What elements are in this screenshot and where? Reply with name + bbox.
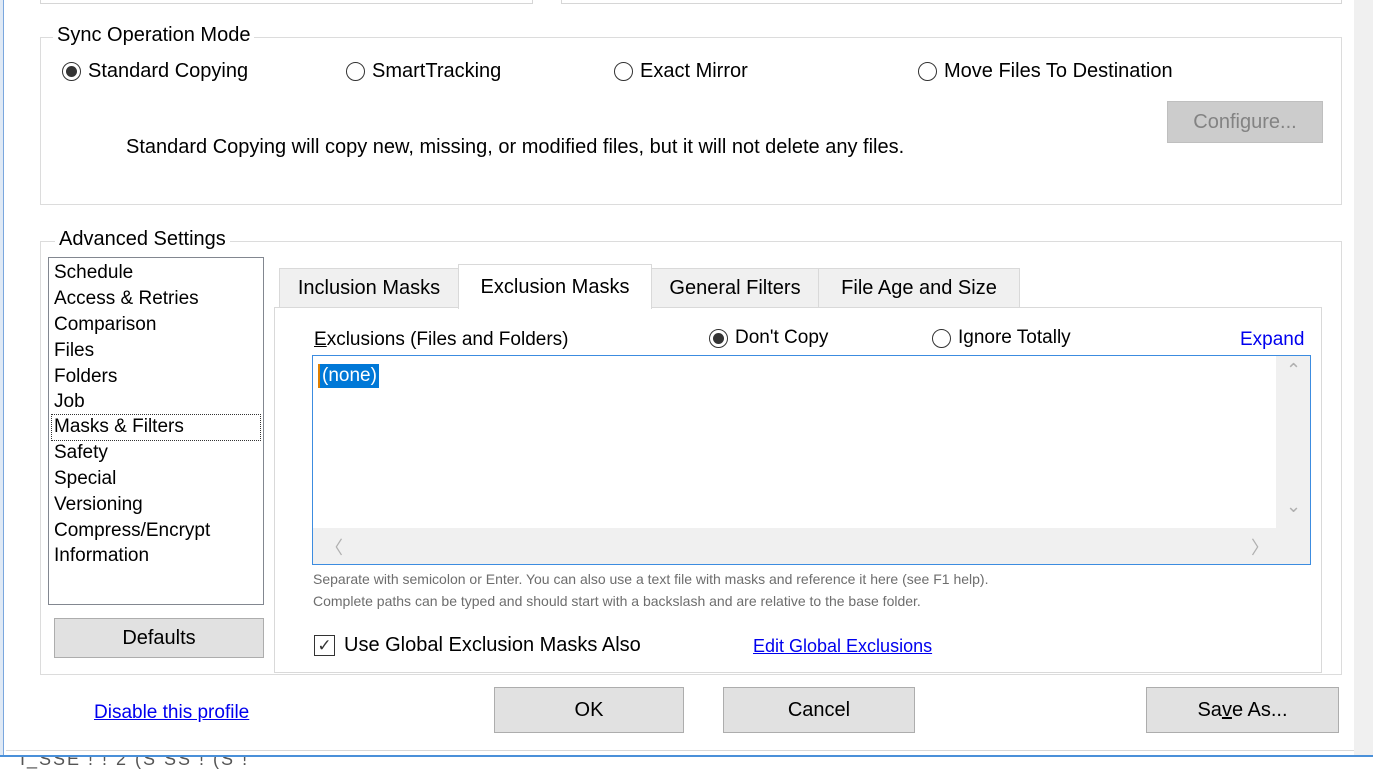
exclusions-label-text: xclusions (Files and Folders) xyxy=(326,329,569,350)
hint-line-2: Complete paths can be typed and should s… xyxy=(313,593,921,609)
hint-line-1: Separate with semicolon or Enter. You ca… xyxy=(313,571,989,587)
cancel-button[interactable]: Cancel xyxy=(723,687,915,733)
radio-dont-copy[interactable]: Don't Copy xyxy=(709,327,828,349)
scroll-down-icon[interactable]: ⌄ xyxy=(1286,496,1301,517)
category-item-information[interactable]: Information xyxy=(54,544,153,569)
radio-label: Don't Copy xyxy=(735,327,829,348)
tab-general-filters[interactable]: General Filters xyxy=(651,268,819,308)
horizontal-scrollbar[interactable]: 〈 〉 xyxy=(313,528,1310,564)
category-item-access-retries[interactable]: Access & Retries xyxy=(54,287,203,312)
category-item-masks-filters[interactable]: Masks & Filters xyxy=(51,414,261,441)
tab-inclusion-masks[interactable]: Inclusion Masks xyxy=(279,268,459,308)
advanced-settings-title: Advanced Settings xyxy=(55,228,230,251)
dialog-bottom-border xyxy=(6,750,1354,751)
destination-panel-edge xyxy=(561,0,1342,4)
save-as-button[interactable]: Save As... xyxy=(1146,687,1339,733)
exclusions-label: Exclusions (Files and Folders) xyxy=(314,329,569,351)
scroll-right-icon[interactable]: 〉 xyxy=(1251,534,1269,560)
category-item-files[interactable]: Files xyxy=(54,339,98,364)
category-item-schedule[interactable]: Schedule xyxy=(54,261,137,286)
category-list[interactable]: Schedule Access & Retries Comparison Fil… xyxy=(48,257,264,605)
edit-global-exclusions-link[interactable]: Edit Global Exclusions xyxy=(753,636,932,657)
radio-selected-icon xyxy=(709,328,728,348)
save-as-label: Save As... xyxy=(1197,698,1288,721)
vertical-scrollbar[interactable]: ⌃ ⌄ xyxy=(1276,356,1310,528)
radio-exact-mirror[interactable]: Exact Mirror xyxy=(614,60,748,83)
source-panel-edge xyxy=(40,0,533,4)
radio-label: Ignore Totally xyxy=(958,327,1071,348)
radio-move-files[interactable]: Move Files To Destination xyxy=(918,60,1173,83)
category-item-comparison[interactable]: Comparison xyxy=(54,313,160,338)
category-item-safety[interactable]: Safety xyxy=(54,441,112,466)
radio-unselected-icon xyxy=(614,62,633,81)
category-item-versioning[interactable]: Versioning xyxy=(54,493,147,518)
radio-label: Exact Mirror xyxy=(640,60,748,82)
tab-file-age-size[interactable]: File Age and Size xyxy=(818,268,1020,308)
ok-button[interactable]: OK xyxy=(494,687,684,733)
background-text: I_SSE ! ! 2 (S SS ! (S ! xyxy=(20,757,250,769)
category-item-job[interactable]: Job xyxy=(54,390,89,415)
expand-link[interactable]: Expand xyxy=(1240,329,1304,351)
radio-ignore-totally[interactable]: Ignore Totally xyxy=(932,327,1071,349)
radio-standard-copying[interactable]: Standard Copying xyxy=(62,60,248,83)
sync-mode-title: Sync Operation Mode xyxy=(53,24,255,47)
window-right-border xyxy=(1354,0,1373,757)
tab-exclusion-masks[interactable]: Exclusion Masks xyxy=(458,264,652,309)
disable-profile-link[interactable]: Disable this profile xyxy=(94,702,249,724)
configure-button[interactable]: Configure... xyxy=(1167,101,1323,143)
window-left-border xyxy=(0,0,4,757)
radio-label: SmartTracking xyxy=(372,60,502,82)
radio-smarttracking[interactable]: SmartTracking xyxy=(346,60,501,83)
sync-mode-description: Standard Copying will copy new, missing,… xyxy=(126,136,905,158)
mask-selected-text: (none) xyxy=(318,364,379,388)
global-exclusion-checkbox[interactable]: ✓ xyxy=(314,635,335,656)
radio-label: Standard Copying xyxy=(88,60,249,82)
scroll-up-icon[interactable]: ⌃ xyxy=(1286,360,1301,381)
exclusion-masks-textarea[interactable]: (none) ⌃ ⌄ 〈 〉 xyxy=(312,355,1311,565)
global-exclusion-label[interactable]: Use Global Exclusion Masks Also xyxy=(344,634,641,657)
radio-unselected-icon xyxy=(346,62,365,81)
background-window-strip: I_SSE ! ! 2 (S SS ! (S ! xyxy=(0,757,1373,769)
scroll-left-icon[interactable]: 〈 xyxy=(325,534,343,560)
radio-selected-icon xyxy=(62,62,81,81)
category-item-compress-encrypt[interactable]: Compress/Encrypt xyxy=(54,519,214,544)
defaults-button[interactable]: Defaults xyxy=(54,618,264,658)
category-item-special[interactable]: Special xyxy=(54,467,120,492)
radio-label: Move Files To Destination xyxy=(944,60,1173,82)
radio-unselected-icon xyxy=(918,62,937,81)
exclusions-label-accel: E xyxy=(314,329,327,350)
checkmark-icon: ✓ xyxy=(317,636,332,655)
category-item-folders[interactable]: Folders xyxy=(54,365,121,390)
radio-unselected-icon xyxy=(932,328,951,348)
